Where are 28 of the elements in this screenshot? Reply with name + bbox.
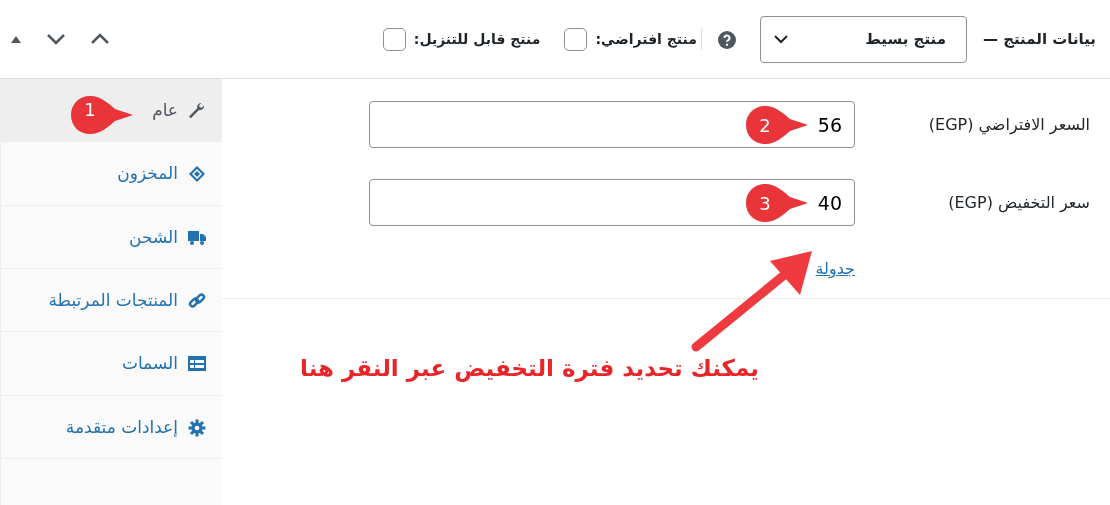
field-label: السعر الافتراضي (EGP): [927, 113, 1090, 137]
collapse-icon[interactable]: [10, 34, 22, 44]
wrench-icon: [188, 102, 206, 120]
gear-icon: [188, 418, 206, 437]
schedule-link[interactable]: جدولة: [815, 257, 855, 281]
tag-icon: [188, 165, 206, 184]
move-down-icon[interactable]: [46, 33, 66, 45]
truck-icon: [188, 228, 206, 247]
tab[interactable]: المنتجات المرتبطة: [1, 269, 222, 333]
annotation-note: يمكنك تحديد فترة التخفيض عبر النقر هنا: [300, 354, 759, 384]
link-icon: [188, 292, 206, 311]
move-up-icon[interactable]: [90, 33, 110, 45]
tab[interactable]: إعدادات متقدمة: [1, 395, 222, 460]
checkbox[interactable]: [382, 27, 406, 51]
tab[interactable]: المخزون: [1, 142, 222, 206]
chevron-down-icon: [772, 34, 789, 44]
tab[interactable]: الشحن: [1, 205, 222, 270]
product-type-select[interactable]: منتج بسيط: [759, 15, 967, 63]
section-title: بيانات المنتج —: [982, 28, 1096, 50]
option-label: منتج قابل للتنزيل:: [413, 29, 541, 50]
number-callout: 3: [744, 182, 810, 224]
help-icon[interactable]: [717, 30, 736, 49]
field-label: سعر التخفيض (EGP): [947, 191, 1090, 215]
option-label: منتج افتراضي:: [595, 29, 697, 50]
table-icon: [188, 355, 206, 374]
number-callout: 2: [744, 104, 810, 146]
tab[interactable]: السمات: [1, 332, 222, 396]
checkbox[interactable]: [564, 27, 588, 51]
